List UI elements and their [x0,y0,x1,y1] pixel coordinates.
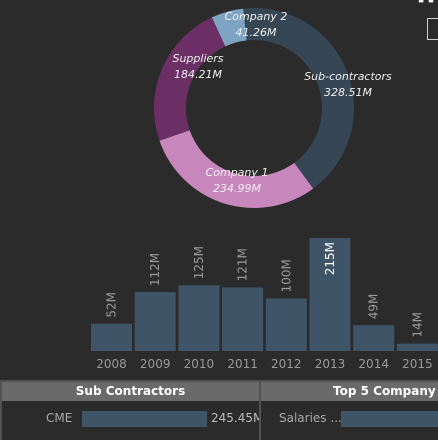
bar-category-label: 2012 [271,357,302,371]
bar-chart[interactable]: 52M 112M 125M 121M 100M 215M 49M 14M 2008 2009 20… [0,230,438,380]
bar-2010[interactable] [178,285,220,351]
dashboard-canvas: ∙∙ Company 2 41.26M Sub-contractors 328.51M… [0,0,438,440]
donut-slice-name: Sub-contractors [304,70,392,83]
donut-slice-value: 41.26M [236,26,277,39]
donut-slice-value: 234.99M [213,182,261,195]
bar-2012[interactable] [265,298,307,351]
row-value: 245.45M [211,411,264,425]
sub-contractors-panel[interactable]: Sub Contractors CME 245.45M [0,380,263,440]
bar-value-label: 14M [410,312,424,338]
bar-category-label: 2015 [402,357,433,371]
bar-category-label: 2013 [315,357,346,371]
donut-slice-value: 184.21M [174,68,222,81]
row-label: CME [46,411,73,425]
bar-value-label: 49M [367,294,381,320]
bar-2009[interactable] [134,292,176,351]
sub-contractors-title: Sub Contractors [2,382,259,401]
row-bar[interactable] [82,411,207,427]
bar-value-label: 100M [279,259,293,292]
bar-2008[interactable] [91,323,132,351]
bar-value-label: 52M [105,292,119,318]
top5-company1-panel[interactable]: Top 5 Company 1 Ex Salaries ... [259,380,438,440]
row-label: Salaries ... [279,411,342,425]
donut-slice-name: Company 1 [206,166,269,179]
bar-2014[interactable] [353,325,395,351]
bar-value-label: 215M [323,242,337,275]
sub-contractors-row[interactable]: CME 245.45M [2,401,263,438]
bar-category-label: 2011 [227,357,258,371]
bar-category-label: 2014 [358,357,389,371]
bar-value-label: 112M [148,253,162,286]
bar-2015[interactable] [396,343,438,351]
top5-company1-title: Top 5 Company 1 Ex [261,382,438,401]
donut-chart[interactable]: Company 2 41.26M Sub-contractors 328.51M Com… [0,0,438,230]
bar-value-label: 125M [192,246,206,279]
bar-category-label: 2009 [140,357,171,371]
donut-slice-value: 328.51M [324,86,372,99]
donut-slice-name: Company 2 [225,10,288,23]
row-bar[interactable] [341,411,438,427]
donut-slice-name: Suppliers [172,52,223,65]
bar-category-label: 2008 [96,357,127,371]
top5-company1-row[interactable]: Salaries ... [261,401,438,438]
bar-category-label: 2010 [184,357,215,371]
bar-2011[interactable] [222,287,264,351]
bar-value-label: 121M [236,248,250,281]
